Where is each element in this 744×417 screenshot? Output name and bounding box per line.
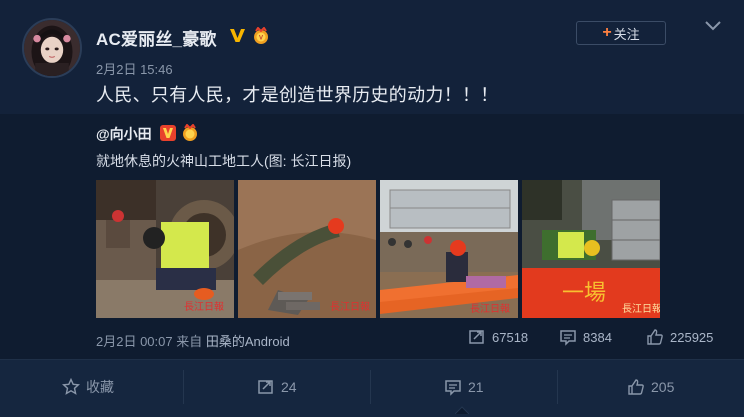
divider	[557, 370, 558, 404]
photo-2[interactable]: 長江日報	[238, 180, 376, 318]
post-text: 人民、只有人民，才是创造世界历史的动力！！！	[96, 85, 499, 105]
repost-from-label: 来自	[176, 334, 203, 349]
action-bar: 收藏 24 21 205	[0, 359, 744, 417]
repost-action-count: 24	[281, 379, 297, 395]
repost-stat-comments[interactable]: 8384	[559, 328, 612, 346]
svg-text:長江日報: 長江日報	[622, 303, 660, 315]
repost-username[interactable]: @向小田	[96, 124, 152, 144]
like-icon	[647, 329, 663, 345]
comment-icon	[445, 380, 461, 396]
comment-icon	[560, 330, 576, 346]
medal-icon[interactable]: V	[252, 27, 270, 45]
medal-icon[interactable]	[180, 124, 200, 142]
favorite-label: 收藏	[86, 379, 114, 395]
comment-action-count: 21	[468, 379, 484, 395]
plus-icon: +	[602, 24, 612, 41]
divider	[370, 370, 371, 404]
photo-4[interactable]: 一場 長江日報	[522, 180, 660, 318]
like-count: 225925	[670, 329, 714, 345]
like-button[interactable]: 205	[627, 375, 674, 399]
photo-1[interactable]: 長江日報	[96, 180, 234, 318]
repost-stat-reposts[interactable]: 67518	[468, 328, 528, 346]
like-icon	[628, 379, 644, 395]
favorite-button[interactable]: 收藏	[62, 375, 114, 399]
comment-count: 8384	[583, 329, 612, 345]
follow-label: 关注	[613, 26, 640, 42]
chevron-down-icon[interactable]	[703, 18, 723, 34]
repost-icon	[258, 380, 273, 394]
avatar[interactable]	[22, 18, 82, 78]
post-timestamp[interactable]: 2月2日 15:46	[96, 59, 173, 78]
v-badge-icon	[160, 125, 176, 141]
svg-text:長江日報: 長江日報	[470, 303, 510, 315]
like-action-count: 205	[651, 379, 675, 395]
v-badge-icon	[230, 29, 245, 42]
divider	[183, 370, 184, 404]
svg-text:V: V	[259, 36, 263, 42]
svg-text:長江日報: 長江日報	[184, 301, 224, 313]
svg-text:長江日報: 長江日報	[330, 301, 370, 313]
repost-stat-likes[interactable]: 225925	[646, 328, 713, 346]
svg-text:一場: 一場	[562, 281, 606, 306]
photo-3[interactable]: 長江日報	[380, 180, 518, 318]
repost-meta: 2月2日 00:07 来自 田桑的Android	[96, 331, 290, 350]
active-tab-caret	[455, 406, 469, 414]
repost-source[interactable]: 田桑的Android	[206, 334, 290, 349]
repost-count: 67518	[492, 329, 529, 345]
comment-button[interactable]: 21	[444, 375, 484, 399]
weibo-card: AC爱丽丝_豪歌 V + 关注 2月2日 15:46 人民、只有人民，才是创造世…	[0, 0, 744, 417]
repost-icon	[469, 330, 484, 344]
username[interactable]: AC爱丽丝_豪歌	[96, 25, 217, 50]
repost-button[interactable]: 24	[257, 375, 297, 399]
repost-text: 就地休息的火神山工地工人(图: 长江日报)	[96, 153, 352, 169]
star-icon	[62, 378, 80, 395]
repost-time[interactable]: 2月2日 00:07	[96, 334, 173, 349]
follow-button[interactable]: + 关注	[576, 21, 666, 45]
